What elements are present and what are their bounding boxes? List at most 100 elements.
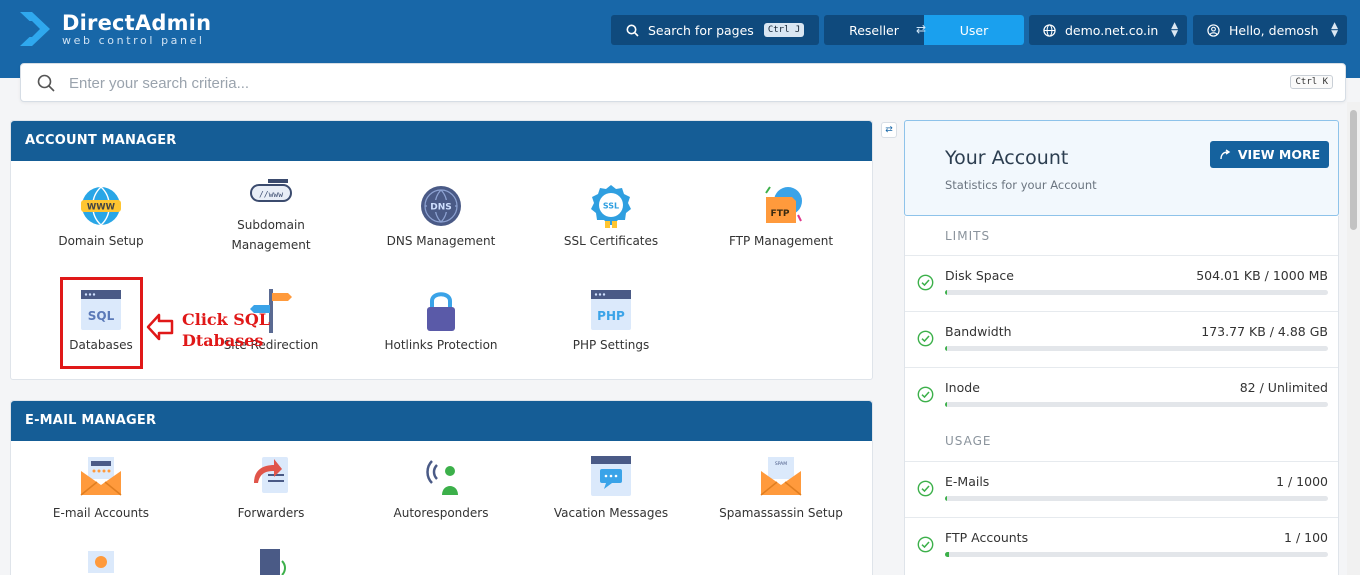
email-manager-title: E-MAIL MANAGER bbox=[11, 401, 872, 441]
stat-progress-bar bbox=[945, 496, 1328, 501]
spamassassin-setup-tile[interactable]: SPAM Spamassassin Setup bbox=[696, 453, 866, 523]
vacation-messages-tile[interactable]: Vacation Messages bbox=[526, 453, 696, 523]
subdomain-icon: //www bbox=[250, 179, 292, 202]
annotation-arrow-icon bbox=[146, 313, 174, 341]
stat-name: Disk Space bbox=[945, 268, 1014, 283]
envelope-icon bbox=[80, 457, 122, 496]
partial-tile-2[interactable] bbox=[186, 547, 356, 575]
tile-label: Spamassassin Setup bbox=[719, 506, 843, 520]
partial-document-icon bbox=[260, 549, 286, 575]
search-shortcut: Ctrl K bbox=[1290, 75, 1333, 89]
tile-label: Forwarders bbox=[237, 506, 305, 520]
email-accounts-tile[interactable]: E-mail Accounts bbox=[16, 453, 186, 523]
user-role-button[interactable]: User bbox=[924, 15, 1024, 45]
ssl-certificates-tile[interactable]: SSL SSL Certificates bbox=[526, 183, 696, 251]
check-circle-icon bbox=[917, 274, 934, 291]
role-switch[interactable]: Reseller User ⇄ bbox=[824, 15, 1024, 45]
svg-text:SSL: SSL bbox=[603, 202, 619, 211]
updown-caret-icon: ▲ ▼ bbox=[1331, 21, 1338, 39]
dns-management-tile[interactable]: DNS DNS Management bbox=[356, 183, 526, 251]
search-icon bbox=[37, 74, 55, 92]
svg-text:FTP: FTP bbox=[771, 209, 790, 219]
updown-caret-icon: ▲ ▼ bbox=[1171, 21, 1178, 39]
stat-progress-bar bbox=[945, 346, 1328, 351]
padlock-icon bbox=[427, 292, 455, 331]
stat-progress-fill bbox=[945, 346, 947, 351]
tile-label: E-mail Accounts bbox=[52, 506, 150, 520]
forwarders-tile[interactable]: Forwarders bbox=[186, 453, 356, 523]
search-icon bbox=[626, 24, 639, 37]
tile-label: Autoresponders bbox=[393, 506, 489, 520]
usage-heading: USAGE bbox=[945, 434, 992, 448]
tile-label: Hotlinks Protection bbox=[384, 338, 498, 352]
svg-text:SPAM: SPAM bbox=[775, 461, 787, 467]
directadmin-logo[interactable]: DirectAdmin web control panel bbox=[18, 10, 211, 48]
your-account-title: Your Account bbox=[945, 147, 1069, 169]
check-circle-icon bbox=[917, 480, 934, 497]
scrollbar-thumb[interactable] bbox=[1350, 110, 1357, 230]
greeting-label: Hello, demosh bbox=[1229, 22, 1319, 38]
stat-name: Inode bbox=[945, 380, 980, 395]
tile-label: FTP Management bbox=[728, 234, 834, 248]
reseller-role-button[interactable]: Reseller bbox=[824, 15, 924, 45]
logo-subtitle: web control panel bbox=[62, 34, 205, 47]
vacation-message-icon bbox=[591, 456, 631, 496]
partial-tile-1[interactable] bbox=[16, 547, 186, 575]
stat-name: E-Mails bbox=[945, 474, 990, 489]
stat-row: FTP Accounts 1 / 100 bbox=[905, 517, 1338, 572]
tile-label: DNS Management bbox=[386, 234, 496, 248]
view-more-label: VIEW MORE bbox=[1237, 147, 1321, 162]
forward-document-icon bbox=[254, 457, 288, 493]
external-link-icon bbox=[1220, 148, 1231, 159]
domain-selector[interactable]: demo.net.co.in ▲ ▼ bbox=[1029, 15, 1187, 45]
account-manager-title: ACCOUNT MANAGER bbox=[11, 121, 872, 161]
stat-row: Bandwidth 173.77 KB / 4.88 GB bbox=[905, 311, 1338, 366]
svg-text:WWW: WWW bbox=[87, 203, 116, 213]
stat-progress-bar bbox=[945, 552, 1328, 557]
search-bar: Ctrl K bbox=[20, 63, 1346, 102]
stat-progress-fill bbox=[945, 552, 949, 557]
check-circle-icon bbox=[917, 386, 934, 403]
check-circle-icon bbox=[917, 536, 934, 553]
stat-progress-fill bbox=[945, 402, 947, 407]
search-pages-label: Search for pages bbox=[648, 22, 754, 38]
logo-chevron-icon bbox=[20, 12, 50, 46]
your-account-subtitle: Statistics for your Account bbox=[945, 178, 1097, 192]
hotlinks-protection-tile[interactable]: Hotlinks Protection bbox=[356, 287, 526, 355]
domain-setup-tile[interactable]: WWW Domain Setup bbox=[16, 183, 186, 251]
php-settings-tile[interactable]: PHP PHP Settings bbox=[526, 287, 696, 355]
subdomain-management-tile[interactable]: //www Subdomain Management bbox=[186, 175, 356, 255]
ftp-management-tile[interactable]: FTP FTP Management bbox=[696, 183, 866, 251]
stat-progress-bar bbox=[945, 290, 1328, 295]
stat-value: 82 / Unlimited bbox=[1239, 380, 1328, 395]
globe-icon bbox=[1043, 23, 1056, 37]
search-input[interactable] bbox=[69, 73, 1249, 93]
search-pages-button[interactable]: Search for pages Ctrl J bbox=[611, 15, 819, 45]
tile-label: Vacation Messages bbox=[553, 506, 669, 520]
stat-value: 173.77 KB / 4.88 GB bbox=[1201, 324, 1328, 339]
stat-name: FTP Accounts bbox=[945, 530, 1029, 545]
autoresponders-tile[interactable]: Autoresponders bbox=[356, 453, 526, 523]
php-window-icon: PHP bbox=[591, 290, 631, 330]
tile-label: Subdomain Management bbox=[231, 218, 311, 252]
stat-value: 504.01 KB / 1000 MB bbox=[1196, 268, 1328, 283]
auto-signal-person-icon bbox=[426, 460, 458, 495]
logo-title: DirectAdmin bbox=[62, 11, 212, 35]
annotation-line-1: Click SQL bbox=[182, 310, 271, 329]
swap-layout-icon[interactable]: ⇄ bbox=[881, 122, 897, 138]
search-pages-shortcut: Ctrl J bbox=[763, 23, 805, 37]
stat-progress-fill bbox=[945, 496, 947, 501]
view-more-button[interactable]: VIEW MORE bbox=[1210, 141, 1329, 168]
svg-text:DNS: DNS bbox=[430, 203, 452, 213]
stat-row: Disk Space 504.01 KB / 1000 MB bbox=[905, 255, 1338, 310]
user-menu[interactable]: Hello, demosh ▲ ▼ bbox=[1193, 15, 1347, 45]
your-account-card: Your Account Statistics for your Account… bbox=[904, 120, 1339, 216]
account-stats: LIMITS Disk Space 504.01 KB / 1000 MB Band… bbox=[904, 216, 1339, 575]
stat-progress-bar bbox=[945, 402, 1328, 407]
partial-envelope-icon bbox=[88, 551, 114, 573]
tile-label: SSL Certificates bbox=[563, 234, 659, 248]
annotation-text: Click SQL Dtabases bbox=[182, 309, 302, 351]
ftp-icon: FTP bbox=[765, 186, 802, 223]
stat-name: Bandwidth bbox=[945, 324, 1012, 339]
annotation-line-2: Dtabases bbox=[182, 331, 264, 350]
